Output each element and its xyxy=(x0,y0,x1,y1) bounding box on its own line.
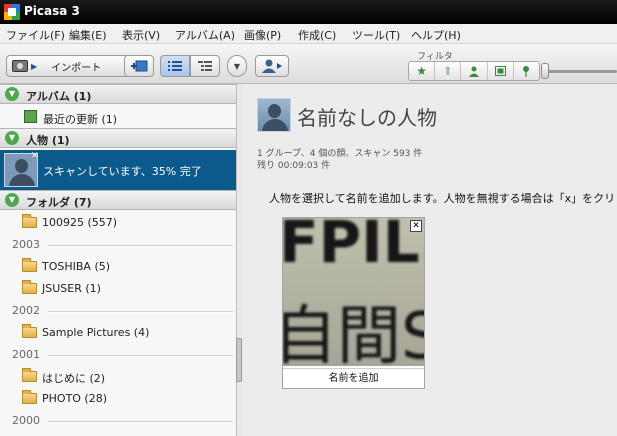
scanning-status: スキャンしています、35% 完了 xyxy=(43,165,202,178)
folder-label: 100925 (557) xyxy=(42,216,118,229)
folder-label: はじめに (2) xyxy=(42,372,106,385)
year-divider: 2002 xyxy=(0,301,236,321)
folder-item[interactable]: 100925 (557) xyxy=(0,212,236,234)
folders-section-header[interactable]: ▼ フォルダ (7) xyxy=(0,190,236,210)
people-header-label: 人物 (1) xyxy=(26,134,70,147)
toolbar: ▶ インポート ▼ フィルタ ★ ⬆ xyxy=(0,44,617,84)
menu-create[interactable]: 作成(C) xyxy=(298,27,336,43)
title-bar: Picasa 3 xyxy=(0,0,617,24)
people-share-icon xyxy=(262,59,282,73)
folder-icon xyxy=(22,390,37,404)
menu-help[interactable]: ヘルプ(H) xyxy=(411,27,461,43)
folder-label: TOSHIBA (5) xyxy=(42,260,111,273)
panel-splitter-handle[interactable] xyxy=(236,338,242,382)
face-glyphs-top: FPIL. xyxy=(283,218,424,276)
year-label: 2000 xyxy=(12,414,40,427)
year-divider: 2000 xyxy=(0,411,236,431)
window-title: Picasa 3 xyxy=(24,4,80,18)
collapse-triangle-icon[interactable]: ▼ xyxy=(5,193,19,207)
camera-icon xyxy=(12,60,28,72)
collapse-triangle-icon[interactable]: ▼ xyxy=(5,131,19,145)
people-main-panel: 名前なしの人物 1 グループ、4 個の顔、スキャン 593 件 残り 00:09… xyxy=(243,84,617,436)
ignore-face-close-icon[interactable]: ✕ xyxy=(410,220,422,232)
unnamed-person-row[interactable]: ✕ スキャンしています、35% 完了 xyxy=(0,150,236,190)
recent-album-icon xyxy=(24,110,37,123)
face-photo-image: FPIL. 自間S xyxy=(283,218,424,366)
face-thumbnail[interactable]: FPIL. 自間S xyxy=(283,218,424,366)
star-icon[interactable]: ★ xyxy=(409,62,436,80)
folder-item[interactable]: はじめに (2) xyxy=(0,366,236,388)
menu-file[interactable]: ファイル(F) xyxy=(6,27,65,43)
pin-icon[interactable] xyxy=(514,62,539,80)
tree-view-button[interactable] xyxy=(190,55,220,77)
menu-album[interactable]: アルバム(A) xyxy=(175,27,235,43)
menu-edit[interactable]: 編集(E) xyxy=(69,27,107,43)
add-to-album-icon xyxy=(131,60,148,72)
arrow-right-icon: ▶ xyxy=(31,61,38,71)
face-card[interactable]: FPIL. 自間S ✕ 名前を追加 xyxy=(282,217,425,389)
instruction-text: 人物を選択して名前を追加します。人物を無視する場合は「x」をクリックしま xyxy=(269,192,617,205)
menu-image[interactable]: 画像(P) xyxy=(244,27,281,43)
year-label: 2002 xyxy=(12,304,40,317)
folder-icon xyxy=(22,280,37,294)
people-section-header[interactable]: ▼ 人物 (1) xyxy=(0,128,236,148)
albums-header-label: アルバム (1) xyxy=(26,90,92,103)
person-icon[interactable] xyxy=(461,62,488,80)
film-icon[interactable] xyxy=(488,62,514,80)
upload-icon[interactable]: ⬆ xyxy=(435,62,462,80)
close-icon[interactable]: ✕ xyxy=(31,151,39,161)
tree-icon xyxy=(198,61,212,71)
menu-bar: ファイル(F) 編集(E) 表示(V) アルバム(A) 画像(P) 作成(C) … xyxy=(0,24,617,44)
albums-section-header[interactable]: ▼ アルバム (1) xyxy=(0,84,236,104)
folder-label: JSUSER (1) xyxy=(42,282,101,295)
unnamed-person-icon xyxy=(257,98,291,132)
year-divider: 2001 xyxy=(0,345,236,365)
time-remaining: 残り 00:09:03 件 xyxy=(257,161,331,171)
filter-group: ★ ⬆ xyxy=(408,61,540,81)
folder-item[interactable]: PHOTO (28) xyxy=(0,388,236,410)
import-label: インポート xyxy=(51,62,102,74)
share-button[interactable] xyxy=(255,55,289,77)
year-divider: 2003 xyxy=(0,235,236,255)
folder-label: PHOTO (28) xyxy=(42,392,108,405)
folder-icon xyxy=(22,324,37,338)
picasa-logo-icon xyxy=(4,4,20,20)
list-icon xyxy=(168,61,182,71)
folder-item[interactable]: JSUSER (1) xyxy=(0,278,236,300)
recent-updates-label: 最近の更新 (1) xyxy=(43,113,118,126)
folders-header-label: フォルダ (7) xyxy=(26,196,92,209)
folder-icon xyxy=(22,214,37,228)
page-title: 名前なしの人物 xyxy=(297,106,437,130)
folder-item[interactable]: TOSHIBA (5) xyxy=(0,256,236,278)
folder-label: Sample Pictures (4) xyxy=(42,326,150,339)
chevron-down-icon: ▼ xyxy=(233,61,241,71)
year-label: 2001 xyxy=(12,348,40,361)
dropdown-button[interactable]: ▼ xyxy=(227,55,247,77)
add-name-button[interactable]: 名前を追加 xyxy=(283,368,424,388)
face-glyphs-bottom: 自間S xyxy=(283,300,424,366)
import-button[interactable]: ▶ インポート xyxy=(6,55,130,77)
folder-icon xyxy=(22,258,37,272)
add-album-button[interactable] xyxy=(124,55,154,77)
zoom-slider-thumb[interactable] xyxy=(541,63,549,79)
collapse-triangle-icon[interactable]: ▼ xyxy=(5,87,19,101)
year-label: 2003 xyxy=(12,238,40,251)
zoom-slider-track[interactable] xyxy=(544,70,617,73)
folder-item[interactable]: Sample Pictures (4) xyxy=(0,322,236,344)
album-recent-updates[interactable]: 最近の更新 (1) xyxy=(0,106,236,128)
menu-tools[interactable]: ツール(T) xyxy=(352,27,400,43)
list-view-button[interactable] xyxy=(160,55,190,77)
library-panel: ▼ アルバム (1) 最近の更新 (1) ▼ 人物 (1) ✕ スキャンしていま… xyxy=(0,84,237,436)
menu-view[interactable]: 表示(V) xyxy=(122,27,160,43)
folder-icon xyxy=(22,368,37,382)
